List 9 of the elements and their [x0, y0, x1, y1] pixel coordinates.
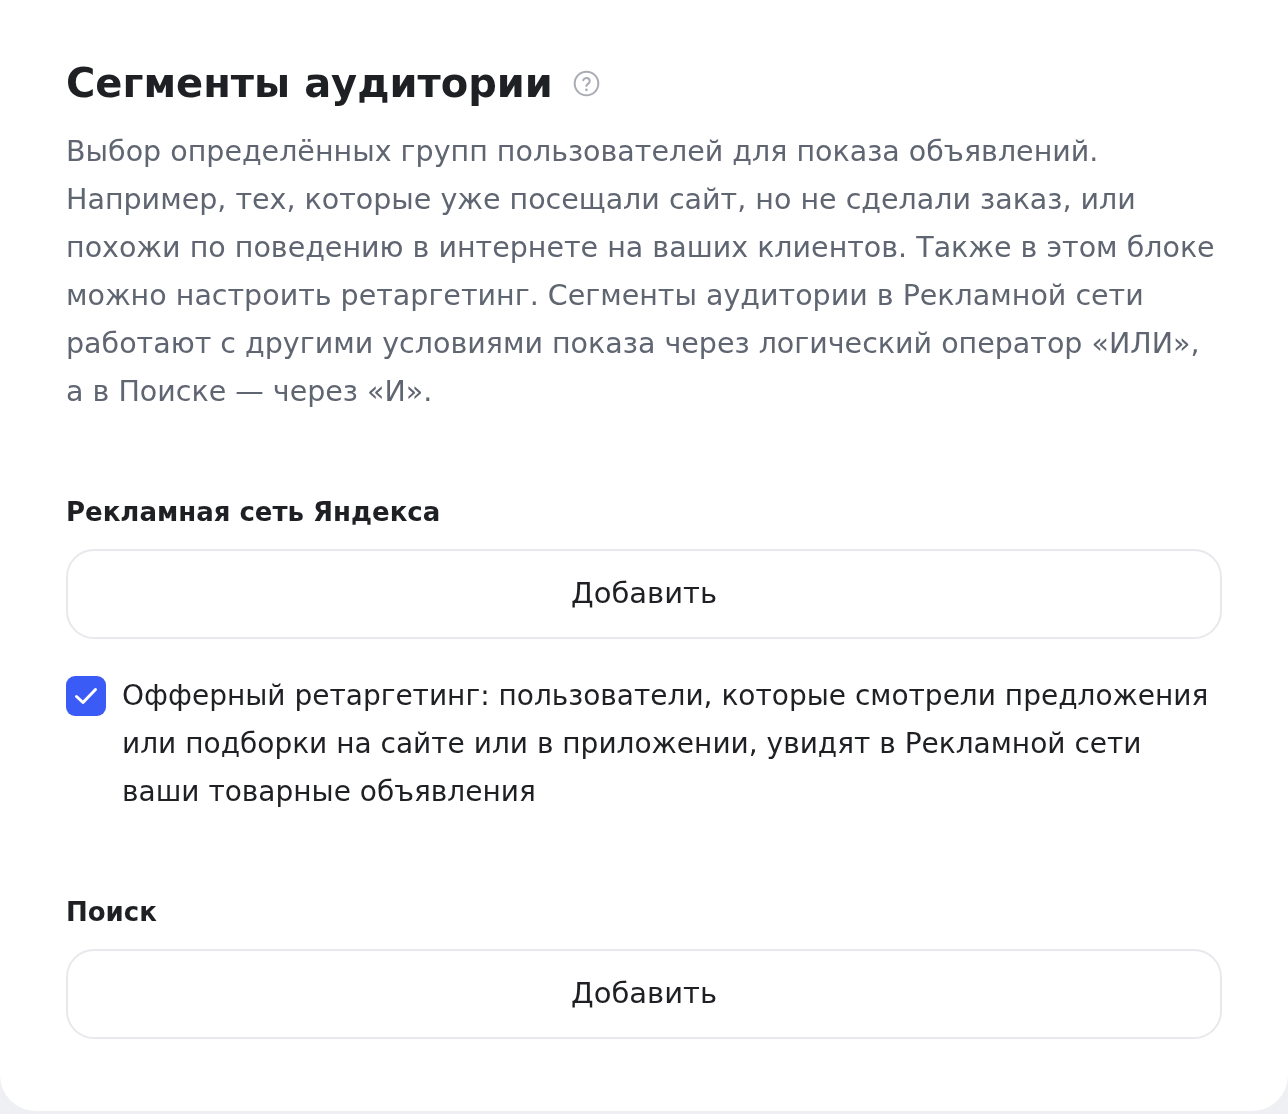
- checkbox-label: Офферный ретаргетинг: пользователи, которые смотрели предложения или подборки на сайте или в приложении, увидят в Рекламной сети ваши товарные объявления: [122, 678, 1210, 810]
- checkbox[interactable]: [66, 676, 106, 716]
- section-heading: Поиск: [66, 896, 158, 929]
- section-heading: Рекламная сеть Яндекса: [66, 496, 442, 529]
- check-icon: [74, 687, 98, 705]
- add-button[interactable]: Добавить: [66, 949, 1222, 1039]
- section-title: Сегменты аудитории: [66, 59, 553, 108]
- description-text: Выбор определённых групп пользователей для показа объявлений. Например, тех, которые уже посещали сайт, но не сделали заказ, или похожи по поведению в интернете на ваших клиентов. Также в этом блоке можно настроить ретаргетинг. Сегменты аудитории в Рекламной сети работают с другими условиями показа через логический оператор «ИЛИ», а в Поиске — через «И».: [66, 134, 1216, 410]
- add-button[interactable]: Добавить: [66, 549, 1222, 639]
